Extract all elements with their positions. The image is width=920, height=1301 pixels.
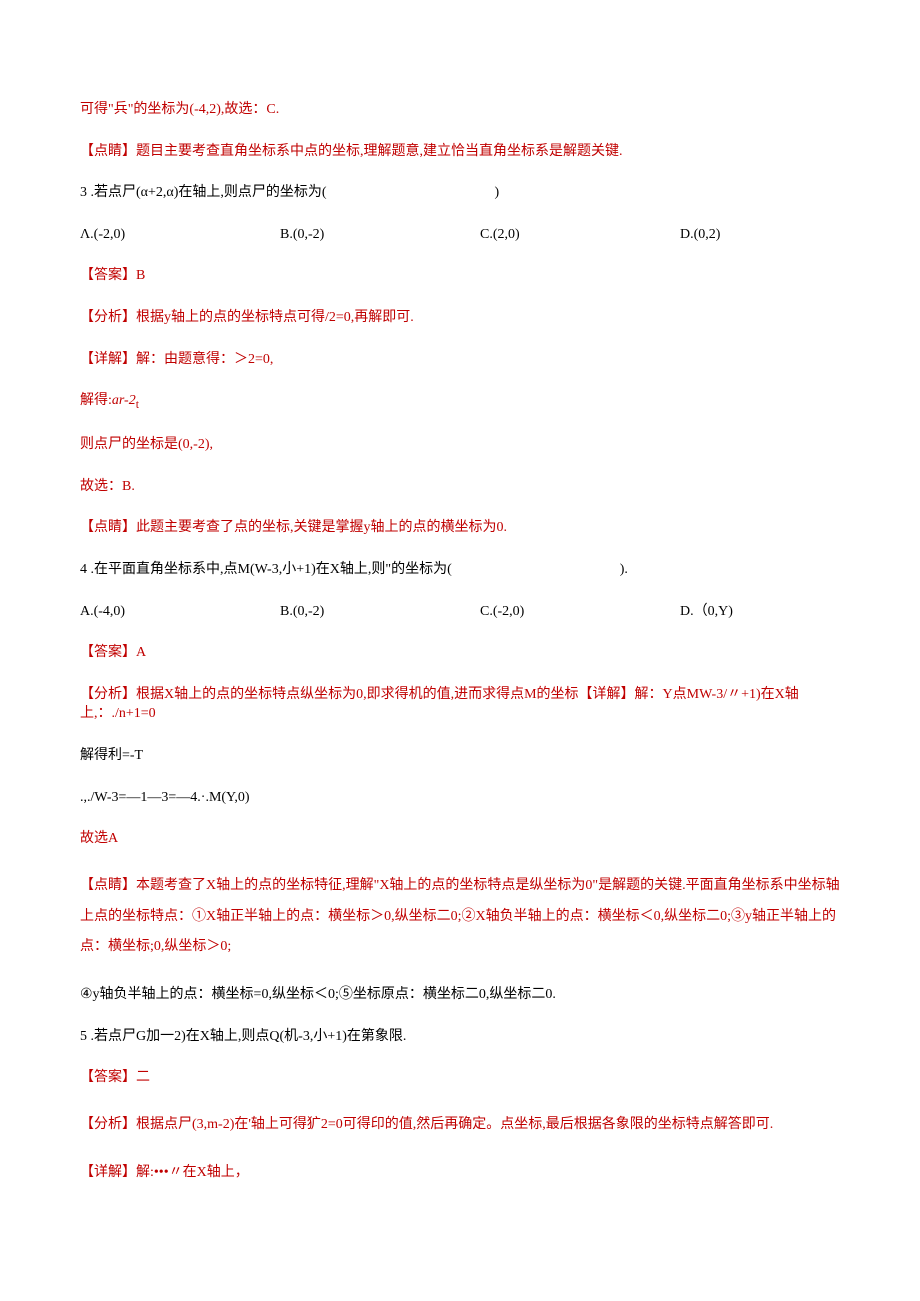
q4-option-c: C.(-2,0) [480, 602, 680, 622]
q3-solve-2: 则点尸的坐标是(0,-2), [80, 435, 840, 455]
q4-dianjing-2: ④y轴负半轴上的点：横坐标=0,纵坐标＜0;⑤坐标原点：横坐标二0,纵坐标二0. [80, 985, 840, 1005]
q3-analysis: 【分析】根据y轴上的点的坐标特点可得/2=0,再解即可. [80, 308, 840, 328]
q4-choices: A.(-4,0) B.(0,-2) C.(-2,0) D.（0,Y) [80, 602, 840, 622]
q4-guxuan: 故选A [80, 829, 840, 849]
document-page: 可得"兵"的坐标为(-4,2),故选：C. 【点睛】题目主要考查直角坐标系中点的… [0, 0, 920, 1301]
q4-option-d: D.（0,Y) [680, 602, 733, 622]
q3-option-c: C.(2,0) [480, 225, 680, 245]
q3-solve-italic: ar-2 [112, 393, 136, 408]
q4-option-b: B.(0,-2) [280, 602, 480, 622]
q3-solve-1: 解得:ar-2t [80, 391, 840, 413]
q4-solve-1: 解得利=-T [80, 746, 840, 766]
q5-answer: 【答案】二 [80, 1068, 840, 1088]
q4-solve-2: .,./W-3=—1—3=—4.·.M(Y,0) [80, 788, 840, 808]
q3-dianjing: 【点睛】此题主要考查了点的坐标,关键是掌握y轴上的点的横坐标为0. [80, 518, 840, 538]
q4-option-a: A.(-4,0) [80, 602, 280, 622]
q4-answer: 【答案】A [80, 643, 840, 663]
q5-detail: 【详解】解:•••〃在X轴上， [80, 1163, 840, 1183]
q5-stem: 5 .若点尸G加一2)在X轴上,则点Q(机-3,小+1)在第象限. [80, 1027, 840, 1047]
q3-option-a: Λ.(-2,0) [80, 225, 280, 245]
q3-detail: 【详解】解：由题意得：＞2=0, [80, 350, 840, 370]
q4-stem: 4 .在平面直角坐标系中,点M(W-3,小+1)在X轴上,则"的坐标为( ). [80, 560, 840, 580]
q3-solve-sub: t [136, 398, 139, 411]
q4-dianjing-1: 【点睛】本题考查了X轴上的点的坐标特征,理解"X轴上的点的坐标特点是纵坐标为0"… [80, 871, 840, 963]
q3-option-b: B.(0,-2) [280, 225, 480, 245]
line-dianjing-prev: 【点睛】题目主要考查直角坐标系中点的坐标,理解题意,建立恰当直角坐标系是解题关键… [80, 142, 840, 162]
q3-choices: Λ.(-2,0) B.(0,-2) C.(2,0) D.(0,2) [80, 225, 840, 245]
q3-guxuan: 故选：B. [80, 477, 840, 497]
q3-solve-prefix: 解得: [80, 393, 112, 408]
q5-analysis: 【分析】根据点尸(3,m-2)在'轴上可得犷2=0可得印的值,然后再确定。点坐标… [80, 1110, 840, 1141]
line-result: 可得"兵"的坐标为(-4,2),故选：C. [80, 100, 840, 120]
q3-stem: 3 .若点尸(α+2,α)在轴上,则点尸的坐标为( ) [80, 183, 840, 203]
q3-option-d: D.(0,2) [680, 225, 720, 245]
q4-analysis-detail: 【分析】根据X轴上的点的坐标特点纵坐标为0,即求得机的值,进而求得点M的坐标【详… [80, 685, 840, 724]
q3-answer: 【答案】B [80, 266, 840, 286]
